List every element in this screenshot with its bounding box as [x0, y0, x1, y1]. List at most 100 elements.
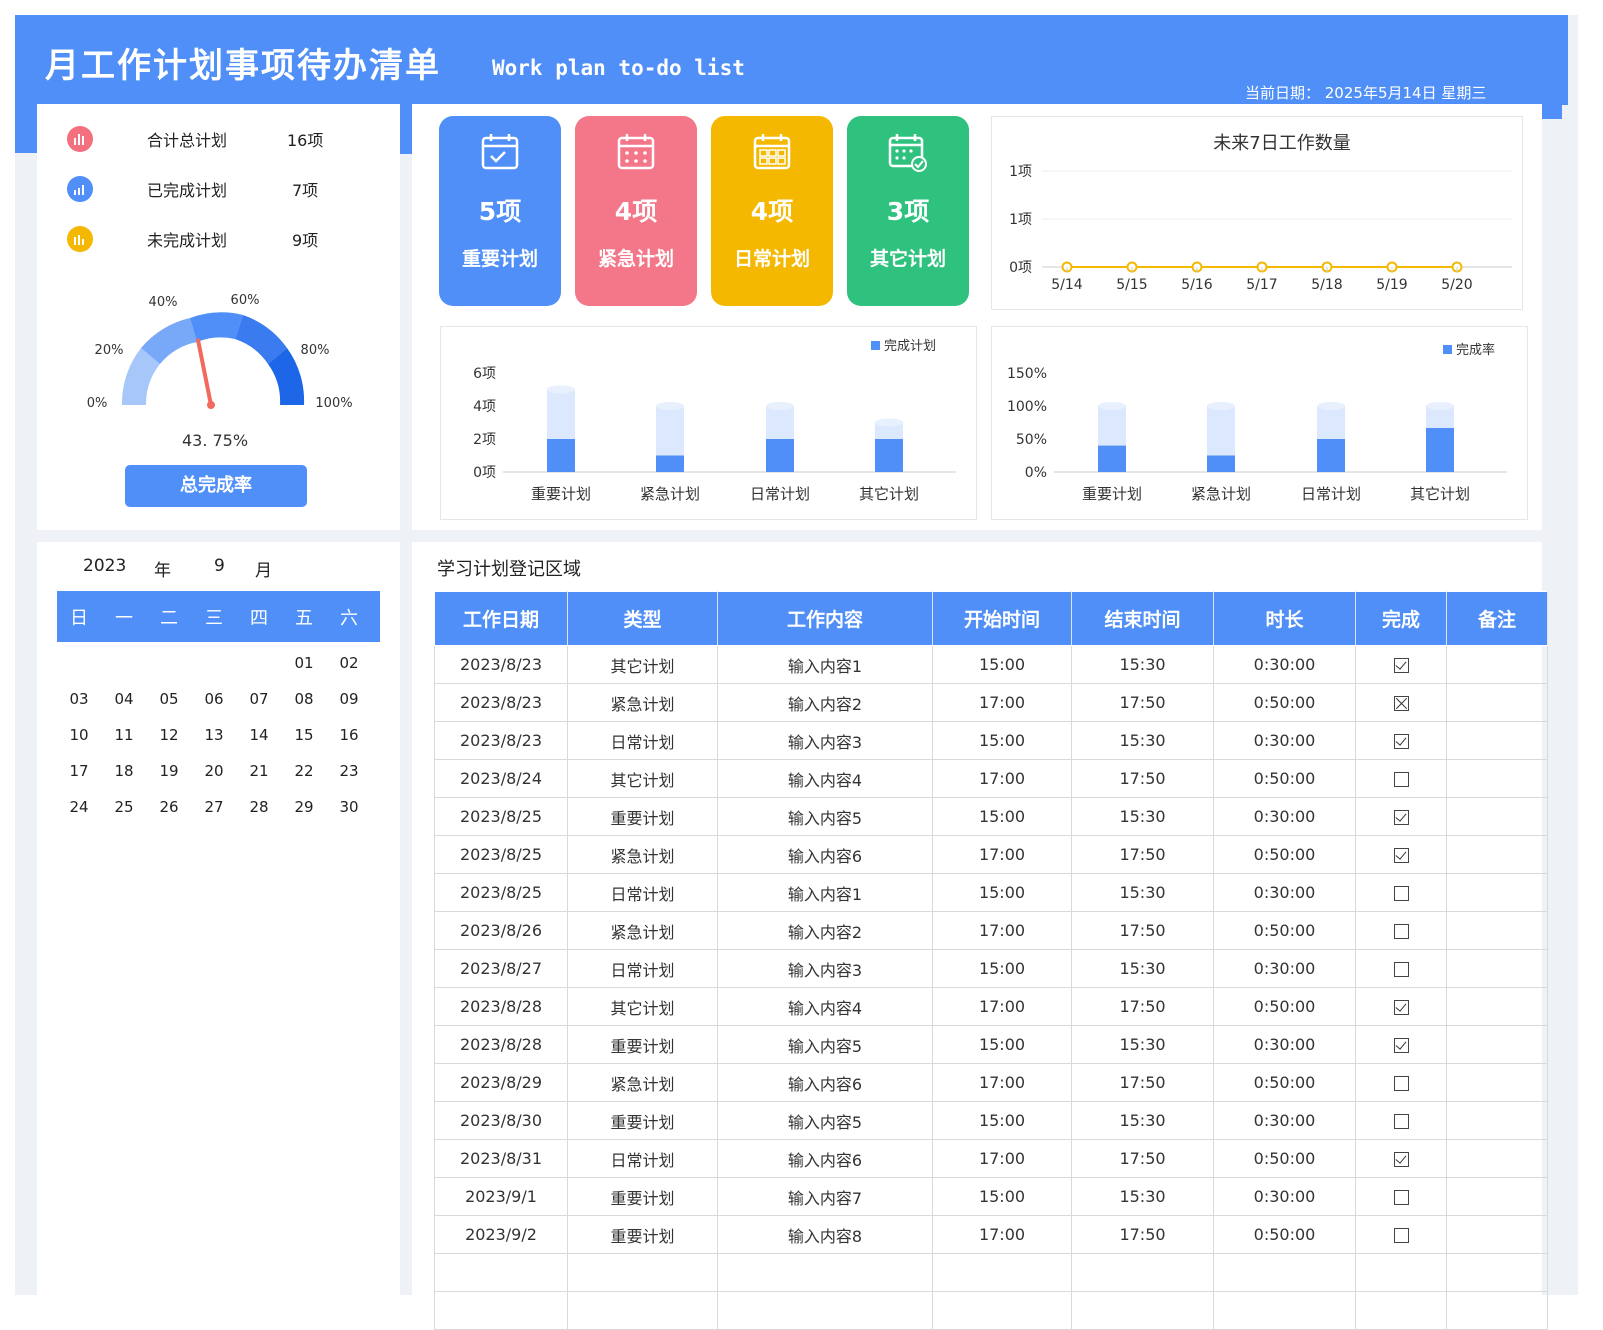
calendar-day[interactable]: 04: [104, 690, 144, 708]
column-header[interactable]: 工作内容: [717, 591, 933, 646]
table-cell[interactable]: 重要计划: [567, 797, 718, 836]
done-cell[interactable]: [1355, 721, 1447, 760]
table-cell[interactable]: 输入内容1: [717, 645, 933, 684]
calendar-day[interactable]: 15: [284, 726, 324, 744]
table-cell[interactable]: 日常计划: [567, 1139, 718, 1178]
table-cell[interactable]: 输入内容6: [717, 835, 933, 874]
table-cell[interactable]: 15:30: [1071, 797, 1214, 836]
calendar-day[interactable]: 03: [59, 690, 99, 708]
table-cell[interactable]: 2023/8/27: [434, 949, 568, 988]
table-cell[interactable]: 0:30:00: [1213, 721, 1356, 760]
table-cell[interactable]: 紧急计划: [567, 835, 718, 874]
calendar-day[interactable]: 21: [239, 762, 279, 780]
table-cell[interactable]: 17:00: [932, 835, 1072, 874]
table-cell[interactable]: [1446, 721, 1548, 760]
table-cell[interactable]: 17:00: [932, 759, 1072, 798]
table-cell[interactable]: 17:00: [932, 987, 1072, 1026]
done-cell[interactable]: [1355, 1101, 1447, 1140]
table-cell[interactable]: [1446, 1215, 1548, 1254]
calendar-day[interactable]: 05: [149, 690, 189, 708]
calendar-day[interactable]: 14: [239, 726, 279, 744]
table-cell[interactable]: 2023/8/26: [434, 911, 568, 950]
calendar-year[interactable]: 2023: [83, 556, 126, 576]
table-cell[interactable]: 17:00: [932, 1139, 1072, 1178]
table-cell[interactable]: 2023/8/28: [434, 1025, 568, 1064]
table-cell[interactable]: [1446, 1291, 1548, 1330]
table-cell[interactable]: [1446, 759, 1548, 798]
calendar-day[interactable]: 19: [149, 762, 189, 780]
column-header[interactable]: 完成: [1355, 591, 1447, 646]
table-cell[interactable]: 17:50: [1071, 1215, 1214, 1254]
table-cell[interactable]: 15:00: [932, 949, 1072, 988]
checkbox[interactable]: [1393, 962, 1409, 977]
table-cell[interactable]: [717, 1253, 933, 1292]
table-cell[interactable]: 输入内容2: [717, 683, 933, 722]
table-cell[interactable]: 0:50:00: [1213, 1063, 1356, 1102]
table-cell[interactable]: 输入内容8: [717, 1215, 933, 1254]
table-cell[interactable]: [1071, 1253, 1214, 1292]
done-cell[interactable]: [1355, 873, 1447, 912]
checkbox[interactable]: [1393, 924, 1409, 939]
done-cell[interactable]: [1355, 911, 1447, 950]
table-cell[interactable]: [1446, 835, 1548, 874]
table-cell[interactable]: 15:30: [1071, 949, 1214, 988]
calendar-day[interactable]: 20: [194, 762, 234, 780]
table-cell[interactable]: [1446, 1177, 1548, 1216]
table-cell[interactable]: 0:50:00: [1213, 987, 1356, 1026]
table-cell[interactable]: [1446, 1253, 1548, 1292]
table-cell[interactable]: 紧急计划: [567, 1063, 718, 1102]
table-cell[interactable]: 2023/8/24: [434, 759, 568, 798]
table-cell[interactable]: 输入内容1: [717, 873, 933, 912]
checkbox[interactable]: [1393, 696, 1409, 711]
done-cell[interactable]: [1355, 1177, 1447, 1216]
table-cell[interactable]: 17:50: [1071, 835, 1214, 874]
completion-rate-button[interactable]: 总完成率: [125, 465, 307, 507]
calendar-day[interactable]: 10: [59, 726, 99, 744]
table-cell[interactable]: 15:00: [932, 1177, 1072, 1216]
done-cell[interactable]: [1355, 949, 1447, 988]
table-cell[interactable]: 2023/8/23: [434, 721, 568, 760]
table-cell[interactable]: 输入内容4: [717, 987, 933, 1026]
table-cell[interactable]: 17:00: [932, 1215, 1072, 1254]
table-cell[interactable]: [434, 1253, 568, 1292]
calendar-day[interactable]: 06: [194, 690, 234, 708]
card-other[interactable]: 3项 其它计划: [847, 116, 969, 306]
calendar-month[interactable]: 9: [214, 556, 225, 576]
table-cell[interactable]: 0:50:00: [1213, 683, 1356, 722]
checkbox[interactable]: [1393, 772, 1409, 787]
table-cell[interactable]: 15:00: [932, 1025, 1072, 1064]
table-cell[interactable]: 输入内容6: [717, 1139, 933, 1178]
table-cell[interactable]: [1446, 987, 1548, 1026]
column-header[interactable]: 开始时间: [932, 591, 1072, 646]
calendar-day[interactable]: 13: [194, 726, 234, 744]
done-cell[interactable]: [1355, 987, 1447, 1026]
checkbox[interactable]: [1393, 1000, 1409, 1015]
table-cell[interactable]: [932, 1291, 1072, 1330]
table-cell[interactable]: 0:30:00: [1213, 1025, 1356, 1064]
table-cell[interactable]: 2023/8/23: [434, 683, 568, 722]
calendar-day[interactable]: 29: [284, 798, 324, 816]
table-cell[interactable]: [1446, 1063, 1548, 1102]
checkbox[interactable]: [1393, 658, 1409, 673]
table-cell[interactable]: [1446, 645, 1548, 684]
table-cell[interactable]: [1446, 1101, 1548, 1140]
table-cell[interactable]: 日常计划: [567, 721, 718, 760]
calendar-day[interactable]: 17: [59, 762, 99, 780]
table-cell[interactable]: 2023/8/23: [434, 645, 568, 684]
checkbox[interactable]: [1393, 1190, 1409, 1205]
table-cell[interactable]: 输入内容7: [717, 1177, 933, 1216]
done-cell[interactable]: [1355, 1253, 1447, 1292]
calendar-day[interactable]: 25: [104, 798, 144, 816]
table-cell[interactable]: 17:00: [932, 683, 1072, 722]
calendar-day[interactable]: 11: [104, 726, 144, 744]
column-header[interactable]: 工作日期: [434, 591, 568, 646]
table-cell[interactable]: [1446, 911, 1548, 950]
table-cell[interactable]: 15:30: [1071, 873, 1214, 912]
table-cell[interactable]: 2023/9/2: [434, 1215, 568, 1254]
calendar-day[interactable]: 26: [149, 798, 189, 816]
table-cell[interactable]: 15:00: [932, 721, 1072, 760]
table-cell[interactable]: 17:00: [932, 911, 1072, 950]
table-cell[interactable]: [1446, 1025, 1548, 1064]
done-cell[interactable]: [1355, 1025, 1447, 1064]
table-cell[interactable]: [1446, 683, 1548, 722]
